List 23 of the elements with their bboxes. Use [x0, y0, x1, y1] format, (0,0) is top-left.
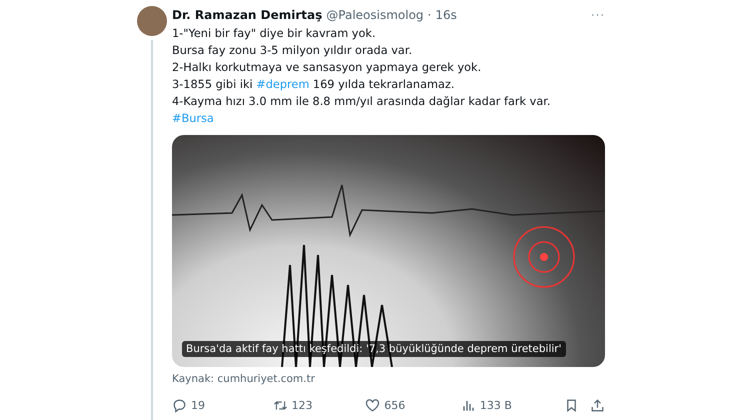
tweet-time[interactable]: 16s [435, 8, 457, 22]
author-handle[interactable]: @Paleosismolog [326, 8, 424, 22]
heart-icon[interactable] [365, 398, 380, 413]
more-button[interactable]: ··· [591, 9, 605, 21]
tweet-text: 3-1855 gibi iki [172, 78, 254, 91]
action-count: 19 [191, 399, 205, 412]
action-count: 656 [384, 399, 406, 412]
tweet-text: 4-Kayma hızı 3.0 mm ile 8.8 mm/yıl arasında dağlar kadar fark var. [172, 95, 550, 108]
bar-chart-icon[interactable] [460, 398, 476, 413]
action-count: 123 [292, 399, 313, 412]
card-caption: Bursa'da aktif fay hattı keşfedildi: '7,3 büyüklüğünde deprem üretebilir' [182, 341, 566, 357]
tweet-text: 169 yılda tekrarlanamaz. [312, 78, 454, 91]
tweet-text: Bursa fay zonu 3-5 milyon yıldır orada var. [172, 44, 412, 57]
action-count: 133 B [480, 399, 512, 412]
tweet-text: 2-Halkı korkutmaya ve sansasyon yapmaya gerek yok. [172, 61, 482, 74]
avatar[interactable] [137, 6, 167, 36]
photo-placeholder[interactable]: Bursa'da aktif fay hattı keşfedildi: '7,3 büyüklüğünde deprem üretebilir' [172, 135, 605, 367]
separator: · [428, 8, 432, 22]
share-icon[interactable] [590, 398, 605, 413]
card-source[interactable]: Kaynak: cumhuriyet.com.tr [172, 373, 605, 385]
speech-bubble-icon[interactable] [172, 398, 187, 413]
author-name[interactable]: Dr. Ramazan Demirtaş [172, 8, 322, 22]
tweet-text: 1-"Yeni bir fay" diye bir kavram yok. [172, 27, 376, 40]
